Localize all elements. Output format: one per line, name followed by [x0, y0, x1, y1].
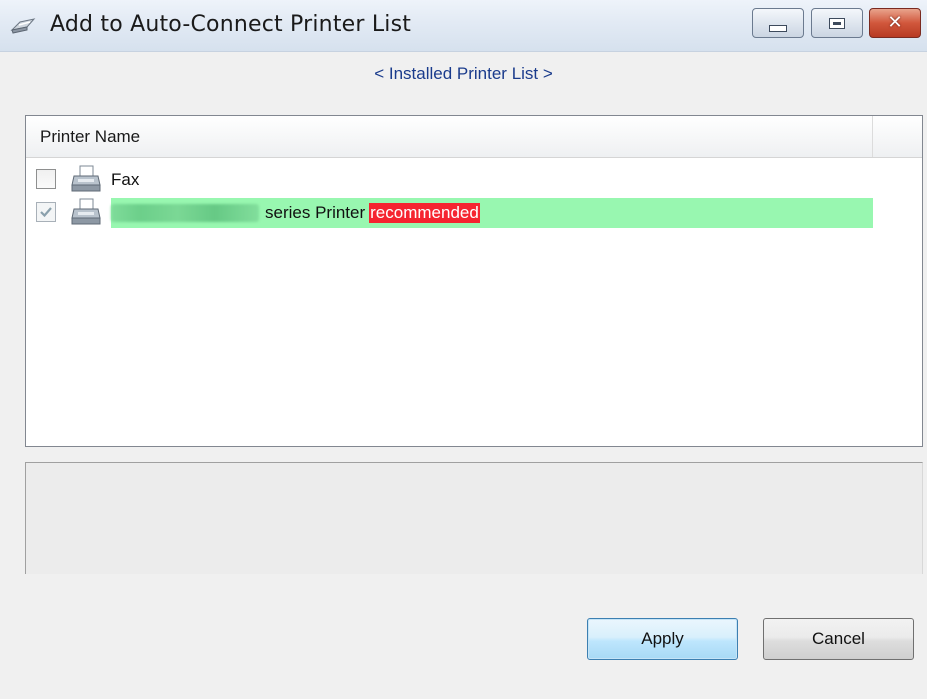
printer-name-label: series Printer recommended — [111, 203, 480, 223]
close-icon: ✕ — [887, 12, 903, 33]
fax-checkbox[interactable] — [36, 169, 56, 189]
installed-printer-list-heading: < Installed Printer List > — [374, 64, 553, 83]
printer-name-label: Fax — [111, 170, 140, 189]
dialog-window: Add to Auto-Connect Printer List ✕ < Ins… — [0, 0, 927, 699]
printer-series-text: series Printer — [265, 203, 366, 222]
apply-button[interactable]: Apply — [587, 618, 738, 660]
minimize-button[interactable] — [752, 8, 804, 38]
description-panel — [25, 462, 923, 574]
printer-icon — [71, 198, 101, 225]
window-title: Add to Auto-Connect Printer List — [50, 12, 412, 37]
printer-app-icon — [10, 18, 36, 34]
maximize-icon — [829, 17, 845, 29]
recommended-badge: recommended — [369, 203, 480, 223]
close-button[interactable]: ✕ — [869, 8, 921, 38]
redacted-model-name — [111, 204, 259, 222]
checkmark-icon — [40, 207, 52, 218]
column-header-printer-name[interactable]: Printer Name — [26, 116, 873, 157]
list-header: Printer Name — [26, 116, 922, 158]
maximize-button[interactable] — [811, 8, 863, 38]
list-item-canon-printer[interactable]: series Printer recommended — [34, 198, 874, 228]
minimize-icon — [769, 24, 787, 32]
printer-icon — [71, 165, 101, 192]
cancel-button[interactable]: Cancel — [763, 618, 914, 660]
canon-printer-checkbox[interactable] — [36, 202, 56, 222]
list-item-fax[interactable]: Fax — [34, 165, 874, 195]
title-bar[interactable]: Add to Auto-Connect Printer List ✕ — [0, 0, 927, 52]
printer-list[interactable]: Printer Name Fax series Printer recommen… — [25, 115, 923, 447]
